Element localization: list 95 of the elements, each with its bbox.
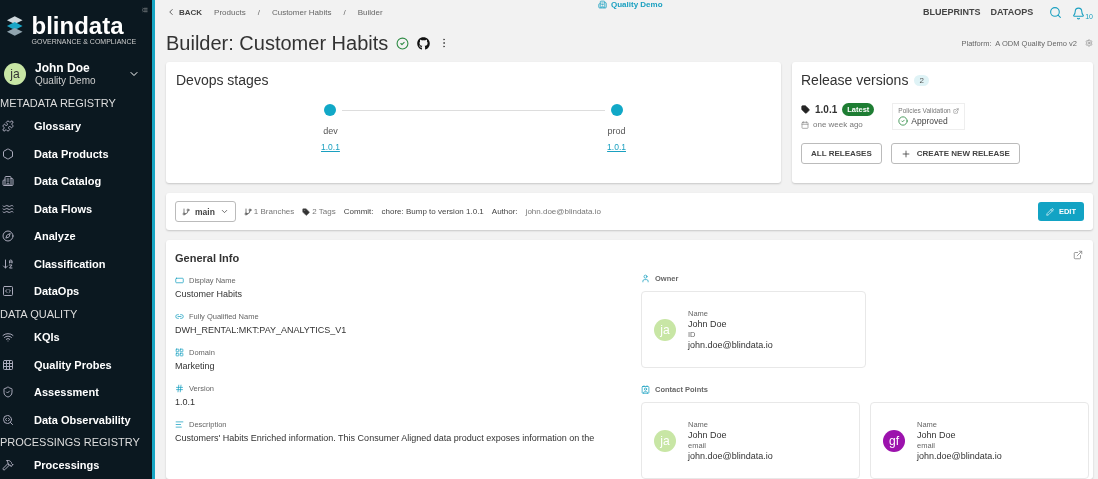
field-value: 1.0.1 bbox=[175, 397, 197, 407]
card-title: Release versions bbox=[801, 72, 909, 88]
plus-icon bbox=[900, 148, 911, 159]
section-title: DATA QUALITY bbox=[0, 307, 79, 323]
label-icon bbox=[175, 276, 184, 285]
magnifier-icon bbox=[2, 413, 14, 426]
nav-item[interactable]: Data Products bbox=[0, 139, 152, 168]
user-tenant: Quality Demo bbox=[35, 75, 96, 87]
branch-icon bbox=[182, 207, 190, 216]
avatar: ja bbox=[4, 62, 26, 85]
count-badge: 2 bbox=[914, 74, 929, 86]
person-icon bbox=[641, 274, 650, 283]
breadcrumb-link[interactable]: Builder bbox=[357, 7, 383, 17]
calendar-icon bbox=[801, 120, 809, 129]
field-value: John Doe bbox=[688, 319, 728, 329]
stage-dot bbox=[324, 104, 337, 116]
user-name: John Doe bbox=[35, 61, 91, 76]
avatar: gf bbox=[883, 429, 905, 452]
section-title: PROCESSINGS REGISTRY bbox=[0, 435, 141, 451]
branches-count: 1 Branches bbox=[253, 207, 295, 216]
field-value: Marketing bbox=[175, 361, 216, 371]
field-value: John Doe bbox=[688, 430, 728, 440]
chevron-down-icon bbox=[219, 207, 229, 216]
puzzle-icon bbox=[2, 120, 14, 133]
branch-icon bbox=[243, 207, 252, 216]
hash-icon bbox=[175, 384, 184, 393]
compass-icon bbox=[2, 230, 14, 243]
breadcrumb-separator: / bbox=[343, 7, 346, 17]
nav-item[interactable]: DataOps bbox=[0, 277, 152, 306]
stage-name: prod bbox=[607, 126, 626, 136]
avatar: ja bbox=[654, 318, 676, 341]
branch-select[interactable]: main bbox=[175, 201, 236, 222]
nav-item[interactable]: Assessment bbox=[0, 378, 152, 406]
avatar: ja bbox=[654, 429, 676, 452]
release-button[interactable]: CREATE NEW RELEASE bbox=[890, 143, 1020, 164]
commit-label: Commit: bbox=[343, 207, 374, 216]
author-label: Author: bbox=[491, 207, 518, 216]
stage-name: dev bbox=[323, 126, 338, 136]
flow-icon bbox=[2, 202, 14, 215]
signal-icon bbox=[2, 331, 14, 343]
brand-name: blindata bbox=[31, 14, 125, 38]
back-button[interactable]: BACK bbox=[166, 7, 203, 17]
breadcrumb-link[interactable]: Customer Habits bbox=[271, 7, 332, 17]
nav-link[interactable]: BLUEPRINTS bbox=[923, 7, 981, 17]
release-button[interactable]: ALL RELEASES bbox=[801, 143, 882, 164]
field-value: John Doe bbox=[917, 430, 957, 440]
text-lines-icon bbox=[175, 420, 184, 429]
release-date: one week ago bbox=[813, 120, 863, 129]
nav-item[interactable]: KQIs bbox=[0, 323, 152, 351]
section-title: General Info bbox=[175, 252, 241, 264]
grid-icon bbox=[2, 358, 14, 371]
chevron-left-icon bbox=[166, 7, 176, 17]
tags-count: 2 Tags bbox=[312, 207, 336, 216]
nav-item[interactable]: Processings bbox=[0, 451, 152, 479]
check-circle-icon bbox=[898, 116, 909, 126]
field-value: Customer Habits bbox=[175, 289, 244, 299]
nav-item[interactable]: Data Catalog bbox=[0, 167, 152, 195]
search-icon[interactable] bbox=[1049, 5, 1063, 19]
external-link-icon[interactable] bbox=[952, 107, 959, 114]
nav-item[interactable]: Glossary bbox=[0, 112, 152, 140]
settings-icon[interactable] bbox=[1085, 39, 1093, 47]
cat-logo-icon[interactable] bbox=[417, 36, 431, 50]
policy-status: Approved bbox=[911, 116, 948, 126]
field-value: DWH_RENTAL:MKT:PAY_ANALYTICS_V1 bbox=[175, 325, 348, 335]
field-value: john.doe@blindata.io bbox=[688, 451, 773, 461]
nav-item[interactable]: Analyze bbox=[0, 222, 152, 251]
menu-collapse-icon[interactable] bbox=[142, 4, 148, 16]
release-version: 1.0.1 bbox=[815, 104, 838, 115]
tag-icon bbox=[801, 105, 810, 114]
pencil-icon bbox=[1045, 207, 1054, 216]
section-title: METADATA REGISTRY bbox=[0, 96, 117, 112]
nav-item[interactable]: Quality Probes bbox=[0, 350, 152, 379]
breadcrumb-separator: / bbox=[257, 7, 260, 17]
breadcrumb-link[interactable]: Products bbox=[214, 7, 246, 17]
link-icon bbox=[175, 312, 184, 321]
field-value: john.doe@blindata.io bbox=[917, 451, 1002, 461]
hammer-icon bbox=[2, 459, 14, 472]
shield-check-icon bbox=[2, 386, 14, 399]
author-email: john.doe@blindata.io bbox=[525, 207, 601, 216]
card-title: Devops stages bbox=[176, 72, 270, 88]
commit-message: chore: Bump to version 1.0.1 bbox=[381, 207, 484, 216]
nav-item[interactable]: Data Flows bbox=[0, 194, 152, 223]
contact-icon bbox=[641, 385, 650, 394]
hexagon-icon bbox=[2, 147, 14, 160]
check-circle-icon bbox=[396, 36, 410, 50]
tag-icon bbox=[302, 207, 311, 216]
sort-az-icon bbox=[2, 257, 14, 270]
nav-link[interactable]: DATAOPS bbox=[990, 7, 1034, 17]
field-value: Customers' Habits Enriched information. This Consumer Aligned data product exposes information on the bbox=[175, 433, 596, 443]
page-title: Builder: Customer Habits bbox=[166, 31, 389, 55]
nav-item[interactable]: Data Observability bbox=[0, 405, 152, 434]
stage-dot bbox=[610, 104, 623, 116]
field-value: john.doe@blindata.io bbox=[688, 340, 773, 350]
nav-item[interactable]: Classification bbox=[0, 250, 152, 278]
external-link-icon[interactable] bbox=[1073, 250, 1083, 260]
